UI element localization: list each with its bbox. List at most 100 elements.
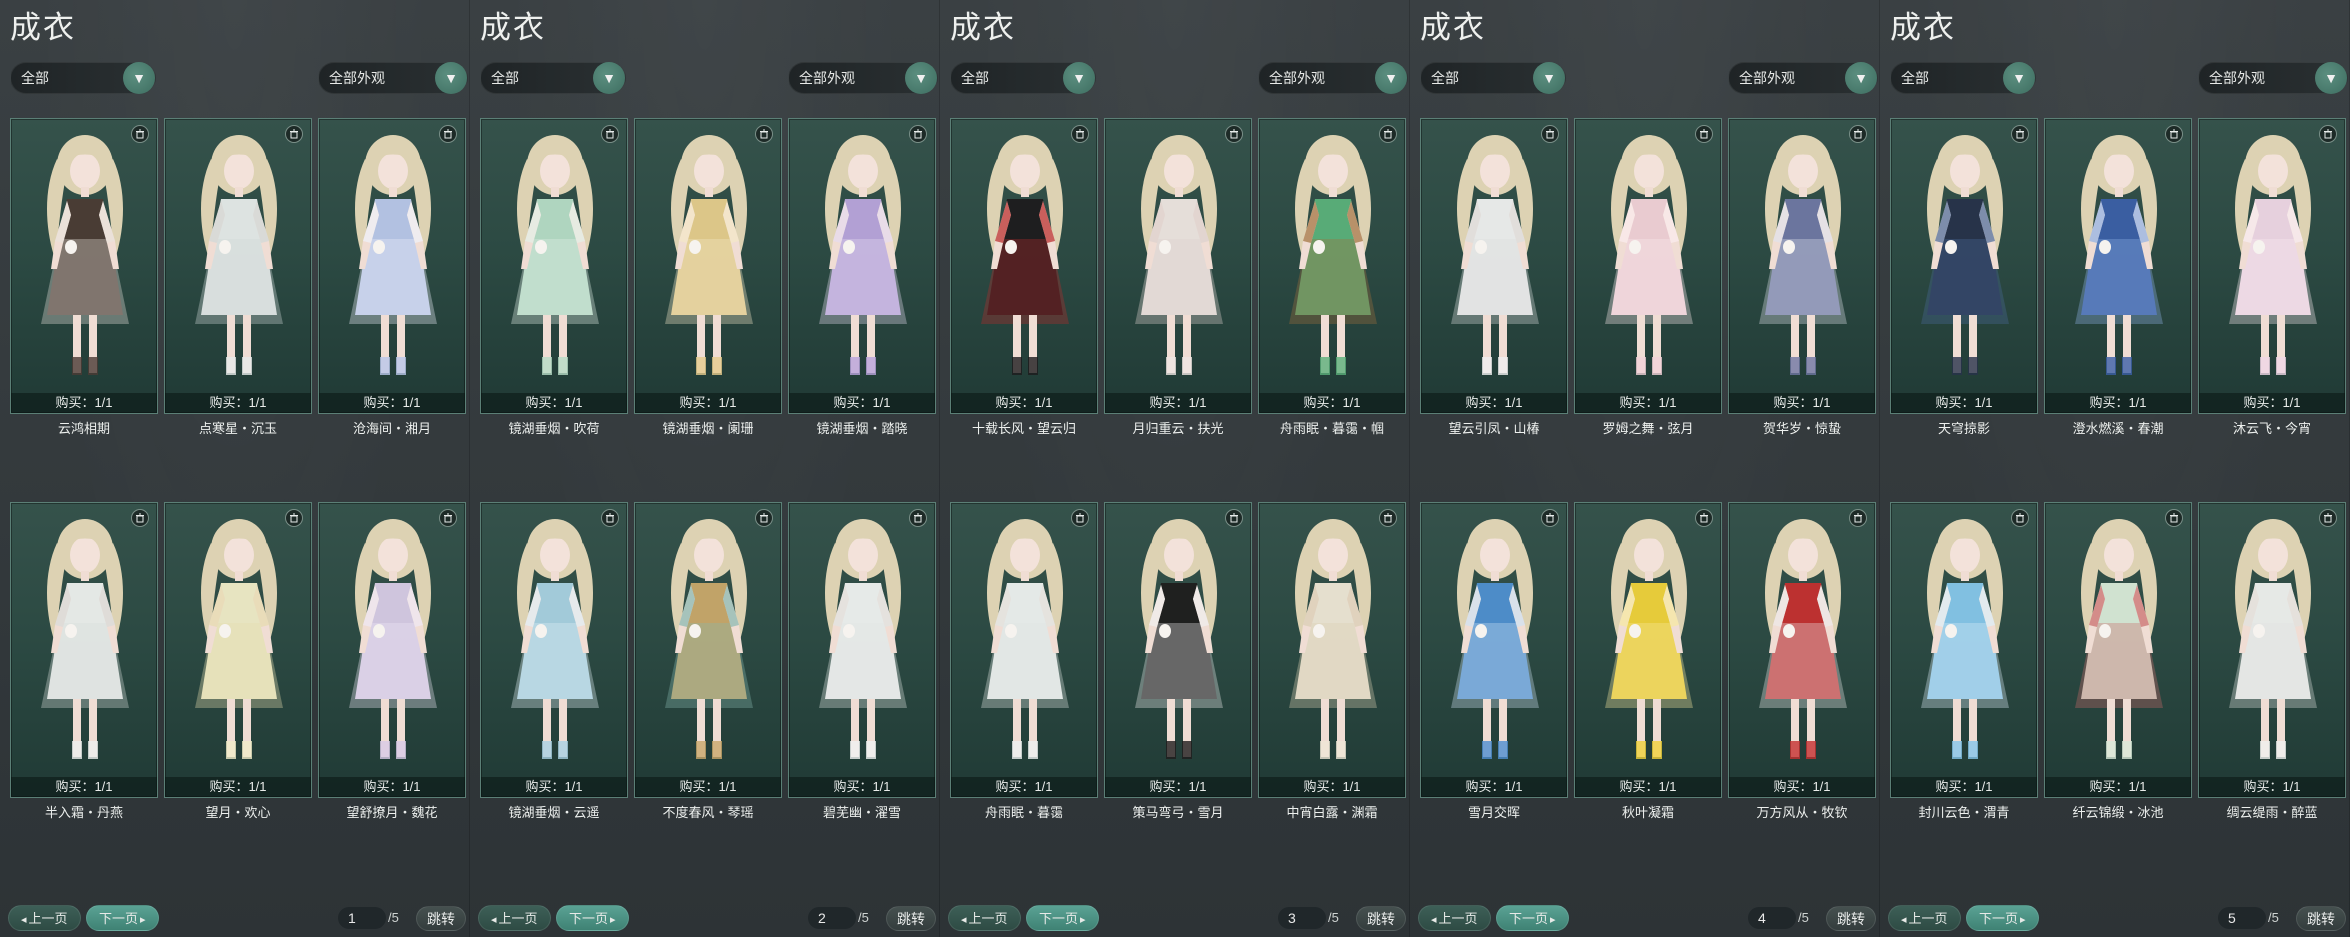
trash-icon[interactable] [1695,509,1713,527]
prev-page-button[interactable]: 上一页 [948,905,1021,931]
jump-button[interactable]: 跳转 [416,906,466,931]
chevron-down-icon[interactable]: ▼ [593,62,625,94]
trash-icon[interactable] [131,125,149,143]
jump-button[interactable]: 跳转 [886,906,936,931]
outfit-card[interactable]: 购买：1/1 [634,502,782,798]
next-page-button[interactable]: 下一页 [1496,905,1569,931]
outfit-card[interactable]: 购买：1/1 [1420,118,1568,414]
next-page-button[interactable]: 下一页 [556,905,629,931]
chevron-down-icon[interactable]: ▼ [1063,62,1095,94]
trash-icon[interactable] [131,509,149,527]
trash-icon[interactable] [439,509,457,527]
chevron-down-icon[interactable]: ▼ [2003,62,2035,94]
page-number-input[interactable]: 3 [1278,907,1326,929]
outfit-card[interactable]: 购买：1/1 [788,118,936,414]
outfit-card[interactable]: 购买：1/1 [1574,118,1722,414]
jump-button[interactable]: 跳转 [1356,906,1406,931]
outfit-card[interactable]: 购买：1/1 [318,118,466,414]
outfit-card[interactable]: 购买：1/1 [480,502,628,798]
page-number-input[interactable]: 4 [1748,907,1796,929]
outfit-card[interactable]: 购买：1/1 [2198,118,2346,414]
trash-icon[interactable] [1849,125,1867,143]
trash-icon[interactable] [1071,125,1089,143]
outfit-card[interactable]: 购买：1/1 [1104,502,1252,798]
outfit-card[interactable]: 购买：1/1 [2198,502,2346,798]
category-filter-dropdown[interactable]: 全部 ▼ [480,62,626,94]
appearance-filter-dropdown[interactable]: 全部外观 ▼ [1258,62,1408,94]
trash-icon[interactable] [2165,125,2183,143]
appearance-filter-dropdown[interactable]: 全部外观 ▼ [2198,62,2348,94]
chevron-down-icon[interactable]: ▼ [1375,62,1407,94]
category-filter-dropdown[interactable]: 全部 ▼ [950,62,1096,94]
trash-icon[interactable] [1071,509,1089,527]
trash-icon[interactable] [1541,509,1559,527]
chevron-down-icon[interactable]: ▼ [2315,62,2347,94]
outfit-card[interactable]: 购买：1/1 [1728,118,1876,414]
outfit-card[interactable]: 购买：1/1 [164,502,312,798]
outfit-card[interactable]: 购买：1/1 [480,118,628,414]
outfit-card[interactable]: 购买：1/1 [1104,118,1252,414]
chevron-down-icon[interactable]: ▼ [435,62,467,94]
trash-icon[interactable] [439,125,457,143]
chevron-down-icon[interactable]: ▼ [1845,62,1877,94]
chevron-down-icon[interactable]: ▼ [1533,62,1565,94]
outfit-card[interactable]: 购买：1/1 [2044,118,2192,414]
trash-icon[interactable] [1849,509,1867,527]
trash-icon[interactable] [2011,125,2029,143]
trash-icon[interactable] [1379,125,1397,143]
trash-icon[interactable] [2319,509,2337,527]
page-number-input[interactable]: 2 [808,907,856,929]
outfit-card[interactable]: 购买：1/1 [318,502,466,798]
outfit-card[interactable]: 购买：1/1 [950,118,1098,414]
page-number-input[interactable]: 1 [338,907,386,929]
next-page-button[interactable]: 下一页 [1026,905,1099,931]
outfit-card[interactable]: 购买：1/1 [10,502,158,798]
category-filter-dropdown[interactable]: 全部 ▼ [1890,62,2036,94]
trash-icon[interactable] [601,125,619,143]
trash-icon[interactable] [1225,125,1243,143]
prev-page-button[interactable]: 上一页 [478,905,551,931]
category-filter-dropdown[interactable]: 全部 ▼ [1420,62,1566,94]
outfit-card[interactable]: 购买：1/1 [788,502,936,798]
trash-icon[interactable] [285,509,303,527]
next-page-button[interactable]: 下一页 [1966,905,2039,931]
trash-icon[interactable] [755,125,773,143]
outfit-card[interactable]: 购买：1/1 [1890,118,2038,414]
outfit-card[interactable]: 购买：1/1 [1258,502,1406,798]
trash-icon[interactable] [285,125,303,143]
prev-page-button[interactable]: 上一页 [1418,905,1491,931]
prev-page-button[interactable]: 上一页 [1888,905,1961,931]
outfit-card[interactable]: 购买：1/1 [1420,502,1568,798]
jump-button[interactable]: 跳转 [2296,906,2346,931]
category-filter-dropdown[interactable]: 全部 ▼ [10,62,156,94]
outfit-card[interactable]: 购买：1/1 [10,118,158,414]
outfit-card[interactable]: 购买：1/1 [1574,502,1722,798]
trash-icon[interactable] [601,509,619,527]
chevron-down-icon[interactable]: ▼ [123,62,155,94]
trash-icon[interactable] [1379,509,1397,527]
trash-icon[interactable] [2319,125,2337,143]
outfit-card[interactable]: 购买：1/1 [1890,502,2038,798]
trash-icon[interactable] [2011,509,2029,527]
trash-icon[interactable] [909,125,927,143]
jump-button[interactable]: 跳转 [1826,906,1876,931]
appearance-filter-dropdown[interactable]: 全部外观 ▼ [1728,62,1878,94]
outfit-card[interactable]: 购买：1/1 [634,118,782,414]
outfit-card[interactable]: 购买：1/1 [2044,502,2192,798]
trash-icon[interactable] [755,509,773,527]
trash-icon[interactable] [2165,509,2183,527]
trash-icon[interactable] [1541,125,1559,143]
trash-icon[interactable] [1695,125,1713,143]
page-number-input[interactable]: 5 [2218,907,2266,929]
appearance-filter-dropdown[interactable]: 全部外观 ▼ [788,62,938,94]
prev-page-button[interactable]: 上一页 [8,905,81,931]
appearance-filter-dropdown[interactable]: 全部外观 ▼ [318,62,468,94]
trash-icon[interactable] [1225,509,1243,527]
outfit-card[interactable]: 购买：1/1 [164,118,312,414]
outfit-card[interactable]: 购买：1/1 [950,502,1098,798]
trash-icon[interactable] [909,509,927,527]
chevron-down-icon[interactable]: ▼ [905,62,937,94]
outfit-card[interactable]: 购买：1/1 [1258,118,1406,414]
outfit-card[interactable]: 购买：1/1 [1728,502,1876,798]
next-page-button[interactable]: 下一页 [86,905,159,931]
